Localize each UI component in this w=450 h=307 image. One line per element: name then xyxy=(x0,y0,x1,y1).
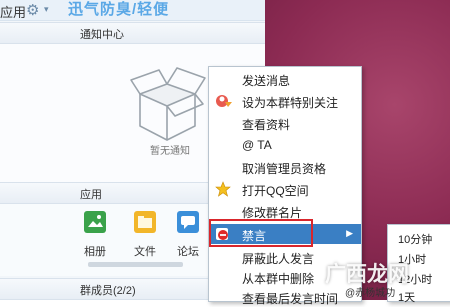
top-toolbar: 应用 ⚙ ▾ 迅气防臭/轻便 xyxy=(0,0,265,21)
notify-center-header: 通知中心 xyxy=(0,22,265,44)
horizontal-scrollbar[interactable] xyxy=(88,262,183,267)
submenu-item-10min[interactable]: 10分钟 xyxy=(398,231,432,247)
menu-item-label: 取消管理员资格 xyxy=(242,162,327,176)
app-tile-label: 文件 xyxy=(134,246,156,258)
annotation-highlight-box xyxy=(209,219,313,247)
submenu-arrow-icon: ▶ xyxy=(346,228,353,238)
star-icon xyxy=(215,181,231,197)
watermark: 广西龙网 @赤杨城功 xyxy=(325,258,450,300)
folder-icon xyxy=(134,211,156,233)
members-header-title: 群成员(2/2) xyxy=(80,285,136,297)
menu-item-edit-card[interactable]: 修改群名片 xyxy=(209,201,361,221)
menu-item-label: 打开QQ空间 xyxy=(242,184,309,198)
album-icon xyxy=(84,211,106,233)
app-tile-album[interactable]: 相册 xyxy=(75,211,115,263)
forum-icon xyxy=(177,211,199,233)
app-tile-forum[interactable]: 论坛 xyxy=(168,211,208,263)
menu-item-label: @ TA xyxy=(242,138,272,152)
menu-item-label: 设为本群特别关注 xyxy=(242,96,339,110)
menu-item-label: 发送消息 xyxy=(242,74,291,88)
chevron-down-icon[interactable]: ▾ xyxy=(44,4,49,15)
menu-item-mention[interactable]: @ TA xyxy=(209,135,361,155)
menu-item-open-qzone[interactable]: 打开QQ空间 xyxy=(209,179,361,199)
watermark-author: @赤杨城功 xyxy=(345,288,396,299)
menu-item-revoke-admin[interactable]: 取消管理员资格 xyxy=(209,157,361,177)
banner-slogan: 迅气防臭/轻便 xyxy=(68,1,170,18)
menu-item-label: 查看最后发言时间 xyxy=(242,292,339,306)
apps-header-title: 应用 xyxy=(80,189,102,201)
apps-menu-label[interactable]: 应用 xyxy=(0,2,26,21)
menu-item-label: 屏蔽此人发言 xyxy=(242,252,315,266)
menu-item-view-profile[interactable]: 查看资料 xyxy=(209,113,361,133)
menu-item-label: 查看资料 xyxy=(242,118,291,132)
special-follow-icon xyxy=(215,93,232,109)
notify-center-title: 通知中心 xyxy=(80,29,124,41)
gear-icon[interactable]: ⚙ xyxy=(26,1,39,19)
app-tile-label: 相册 xyxy=(84,246,106,258)
menu-item-special-follow[interactable]: 设为本群特别关注 xyxy=(209,91,361,111)
empty-box-icon xyxy=(130,67,206,141)
app-tile-label: 论坛 xyxy=(177,246,199,258)
empty-notice-text: 暂无通知 xyxy=(150,146,190,157)
app-tile-files[interactable]: 文件 xyxy=(125,211,165,263)
menu-item-label: 从本群中删除 xyxy=(242,272,315,286)
menu-item-send-message[interactable]: 发送消息 xyxy=(209,69,361,89)
